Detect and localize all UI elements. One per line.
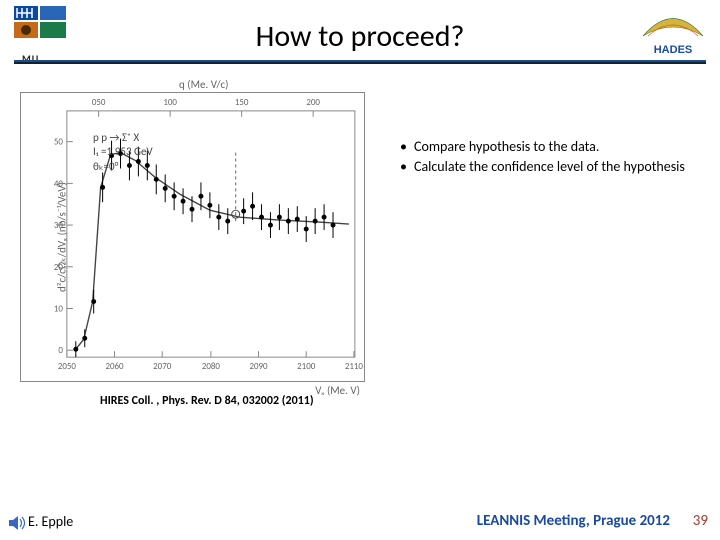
chart-figure: q (Me. V/c) Vₓ (Me. V) d²c/cΩₖ/dVₓ (nb/s… [20, 92, 365, 382]
inset-reaction: p p → Σ⁺ X [93, 131, 153, 145]
speaker-icon [8, 516, 26, 530]
meeting-label: LEANNIS Meeting, Prague 2012 [477, 512, 670, 530]
bullet-list: • Compare hypothesis to the data. • Calc… [400, 138, 700, 177]
bullet-dot-icon: • [400, 138, 414, 156]
bullet-item: • Compare hypothesis to the data. [400, 138, 700, 156]
x-axis-top-label: q (Me. V/c) [179, 78, 228, 91]
page-number: 39 [693, 512, 708, 530]
chart-svg: 050 100 150 200 0 10 20 30 40 50 [21, 93, 364, 381]
svg-text:10: 10 [54, 303, 64, 314]
svg-text:100: 100 [163, 97, 177, 108]
svg-text:0: 0 [58, 345, 63, 356]
figure-citation: HIRES Coll. , Phys. Rev. D 84, 032002 (2… [100, 394, 314, 408]
author-name: E. Epple [28, 513, 73, 530]
svg-text:2090: 2090 [249, 361, 268, 372]
svg-text:2060: 2060 [105, 361, 124, 372]
svg-text:50: 50 [54, 137, 64, 148]
y-axis-label: d²c/cΩₖ/dVₓ (nb/s⁻¹/VeV) [55, 182, 68, 292]
slide-title: How to proceed? [0, 18, 720, 55]
bullet-dot-icon: • [400, 158, 414, 176]
svg-text:2080: 2080 [202, 361, 221, 372]
svg-text:050: 050 [92, 97, 106, 108]
svg-text:2070: 2070 [153, 361, 172, 372]
svg-text:2050: 2050 [58, 361, 77, 372]
bullet-item: • Calculate the confidence level of the … [400, 158, 700, 176]
footer: E. Epple LEANNIS Meeting, Prague 2012 39 [0, 508, 720, 540]
plot-inset-labels: p p → Σ⁺ X I₁ =1.953 GeV θₖ=0° [93, 131, 153, 174]
svg-text:2100: 2100 [297, 361, 316, 372]
svg-text:200: 200 [306, 97, 320, 108]
title-underline [14, 60, 706, 64]
inset-angle: θₖ=0° [93, 160, 153, 174]
svg-text:150: 150 [235, 97, 249, 108]
bullet-text: Compare hypothesis to the data. [414, 138, 700, 156]
fit-curve [76, 153, 349, 350]
header: MU HADES How to proceed? [0, 0, 720, 72]
x-axis-bottom-label: Vₓ (Me. V) [315, 384, 360, 397]
inset-energy: I₁ =1.953 GeV [93, 145, 153, 159]
svg-text:2110: 2110 [345, 361, 364, 372]
bullet-text: Calculate the confidence level of the hy… [414, 158, 700, 176]
